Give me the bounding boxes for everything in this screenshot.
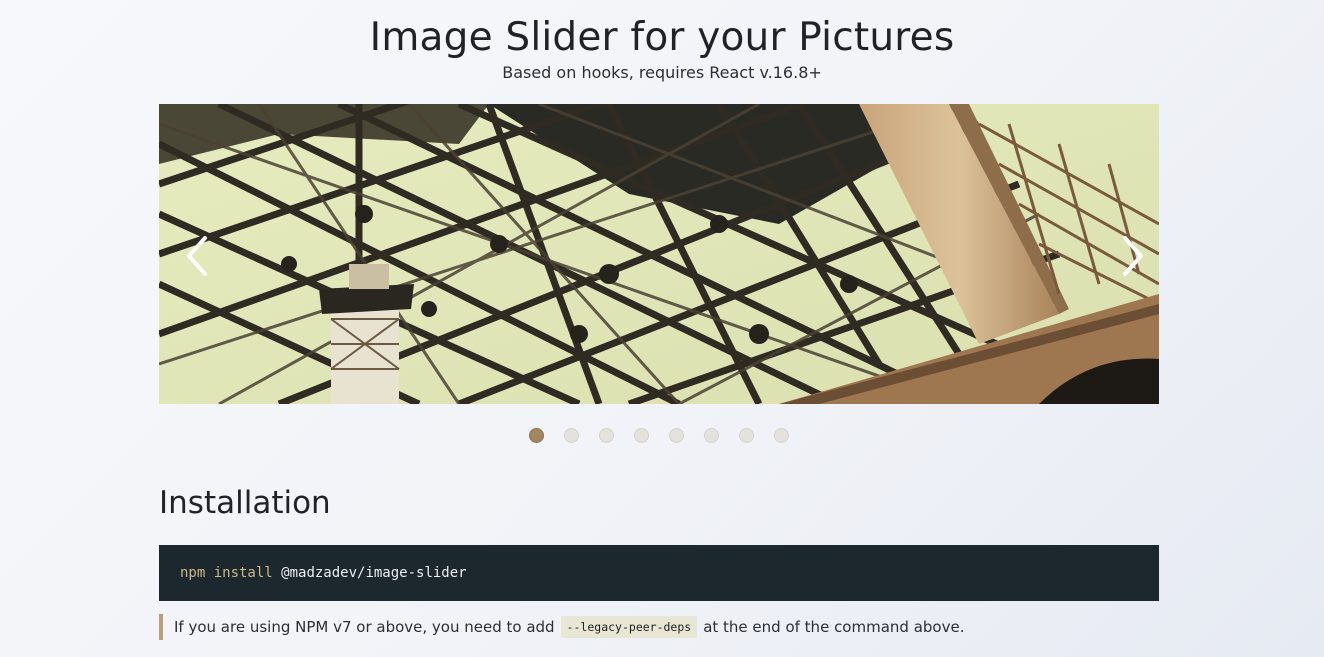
note-text-after: at the end of the command above. bbox=[703, 618, 965, 636]
note-text-before: If you are using NPM v7 or above, you ne… bbox=[174, 618, 555, 636]
slide-dot-5[interactable] bbox=[669, 428, 684, 443]
chevron-left-icon bbox=[187, 236, 207, 276]
slide-dot-3[interactable] bbox=[599, 428, 614, 443]
page-title: Image Slider for your Pictures bbox=[369, 15, 955, 60]
slide-dot-1[interactable] bbox=[529, 428, 544, 443]
package-name: @madzadev/image-slider bbox=[281, 565, 467, 581]
slide-dot-8[interactable] bbox=[774, 428, 789, 443]
image-slider[interactable] bbox=[159, 104, 1159, 404]
page-subtitle: Based on hooks, requires React v.16.8+ bbox=[502, 63, 822, 82]
slide-dot-7[interactable] bbox=[739, 428, 754, 443]
slide-dot-2[interactable] bbox=[564, 428, 579, 443]
install-code-block[interactable]: npm install @madzadev/image-slider bbox=[159, 545, 1159, 601]
legacy-peer-deps-code: --legacy-peer-deps bbox=[560, 616, 698, 638]
slide-dot-4[interactable] bbox=[634, 428, 649, 443]
slide-dot-6[interactable] bbox=[704, 428, 719, 443]
previous-slide-button[interactable] bbox=[179, 234, 219, 278]
slide-indicators bbox=[529, 428, 809, 444]
chevron-right-icon bbox=[1123, 236, 1143, 276]
npm-version-note: If you are using NPM v7 or above, you ne… bbox=[159, 614, 964, 640]
slide-image bbox=[159, 104, 1159, 404]
install-command: npm install bbox=[180, 565, 273, 581]
installation-heading: Installation bbox=[159, 485, 331, 521]
next-slide-button[interactable] bbox=[1111, 234, 1151, 278]
